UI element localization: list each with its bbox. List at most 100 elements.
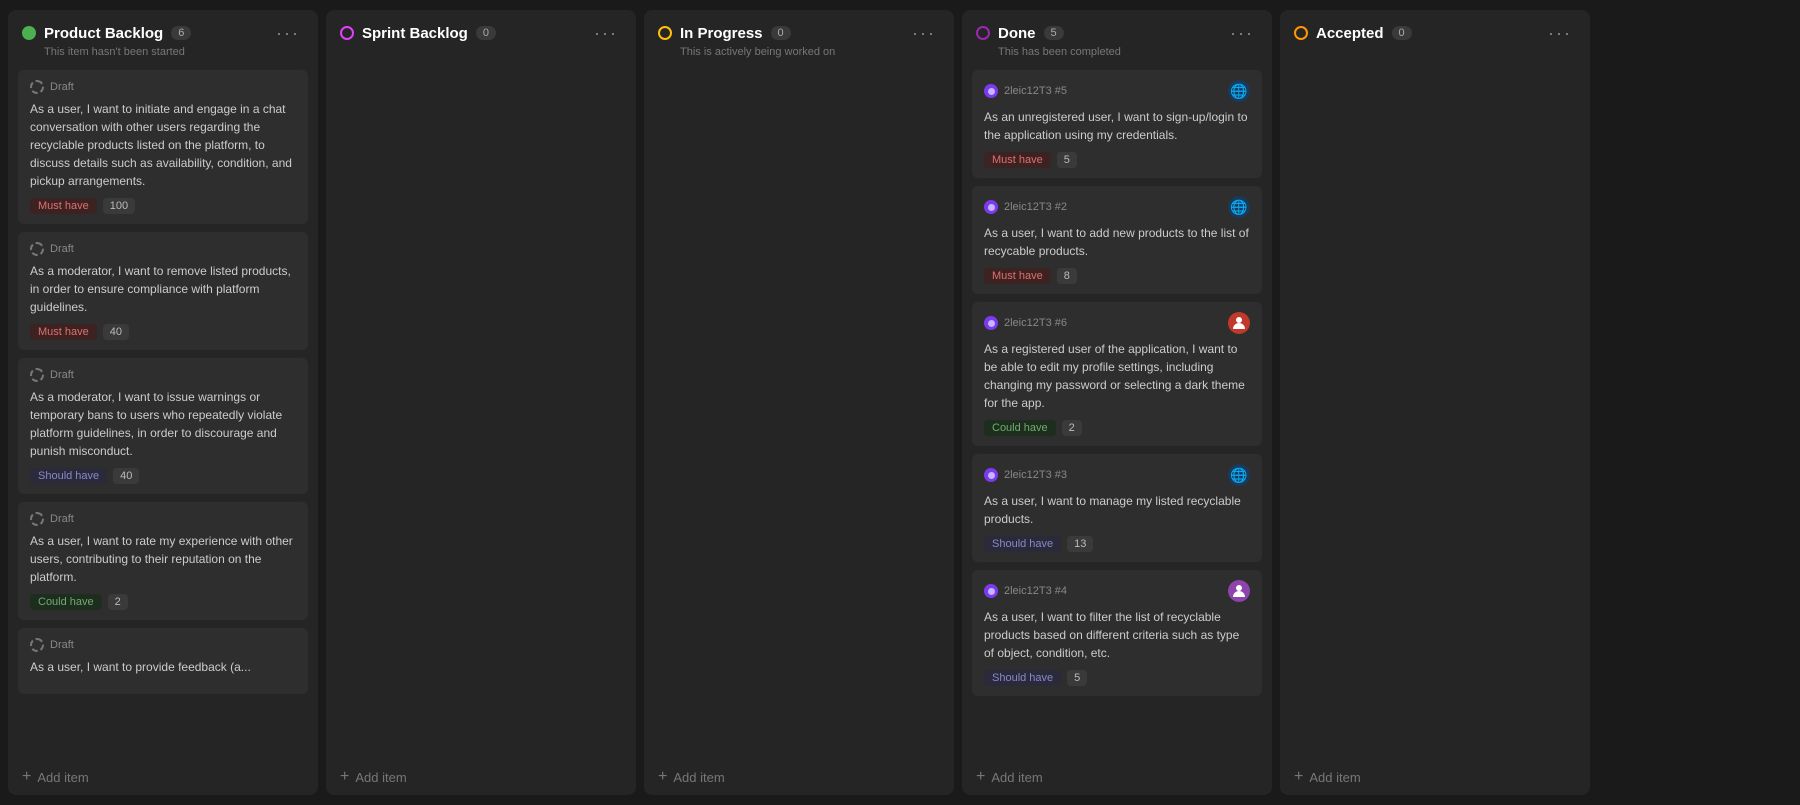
add-item-button[interactable]: + Add item xyxy=(644,759,954,795)
column-product-backlog: Product Backlog6···This item hasn't been… xyxy=(8,10,318,795)
card-avatar: 🌐 xyxy=(1228,464,1250,486)
card-status: Draft xyxy=(50,369,74,381)
cards-container: DraftAs a user, I want to initiate and e… xyxy=(8,66,318,759)
plus-icon: + xyxy=(340,769,349,785)
card-status: Draft xyxy=(50,243,74,255)
card[interactable]: DraftAs a moderator, I want to issue war… xyxy=(18,358,308,494)
priority-tag: Must have xyxy=(984,152,1051,168)
priority-tag: Must have xyxy=(30,198,97,214)
card-status: Draft xyxy=(50,513,74,525)
card-body: As a registered user of the application,… xyxy=(984,340,1250,412)
status-dot xyxy=(340,26,354,40)
column-more-button[interactable]: ··· xyxy=(1544,24,1576,42)
card-body: As a user, I want to provide feedback (a… xyxy=(30,658,296,676)
card[interactable]: 2leic12T3 #3🌐As a user, I want to manage… xyxy=(972,454,1262,562)
draft-icon xyxy=(30,80,44,94)
column-title-row: Sprint Backlog0··· xyxy=(340,24,622,42)
column-accepted: Accepted0··· + Add item xyxy=(1280,10,1590,795)
draft-icon xyxy=(30,368,44,382)
priority-tag: Should have xyxy=(984,536,1061,552)
add-item-button[interactable]: + Add item xyxy=(8,759,318,795)
card-status: Draft xyxy=(50,81,74,93)
points-badge: 5 xyxy=(1057,152,1077,168)
status-dot xyxy=(22,26,36,40)
card[interactable]: 2leic12T3 #5 🌐 As an unregistered user, I … xyxy=(972,70,1262,178)
card[interactable]: 2leic12T3 #4As a user, I want to filter … xyxy=(972,570,1262,696)
points-badge: 40 xyxy=(113,468,139,484)
status-dot xyxy=(1294,26,1308,40)
column-title-row: Done 5 ··· xyxy=(976,24,1258,42)
column-title-row: Accepted0··· xyxy=(1294,24,1576,42)
priority-tag: Could have xyxy=(984,420,1056,436)
column-more-button[interactable]: ··· xyxy=(590,24,622,42)
column-count: 0 xyxy=(771,26,791,40)
card-body: As a moderator, I want to remove listed … xyxy=(30,262,296,316)
points-badge: 5 xyxy=(1067,670,1087,686)
card[interactable]: DraftAs a user, I want to initiate and e… xyxy=(18,70,308,224)
column-title: Sprint Backlog xyxy=(362,25,468,42)
plus-icon: + xyxy=(1294,769,1303,785)
points-badge: 40 xyxy=(103,324,129,340)
plus-icon: + xyxy=(976,769,985,785)
card-id-icon xyxy=(984,468,998,482)
card-body: As a user, I want to filter the list of … xyxy=(984,608,1250,662)
column-header-done: Done 5 ··· This has been completed xyxy=(962,10,1272,66)
column-header-accepted: Accepted0··· xyxy=(1280,10,1590,54)
column-more-button[interactable]: ··· xyxy=(272,24,304,42)
column-done: Done 5 ··· This has been completed 2leic12T3… xyxy=(962,10,1272,795)
card-body: As a user, I want to rate my experience … xyxy=(30,532,296,586)
card-avatar xyxy=(1228,580,1250,602)
status-dot xyxy=(658,26,672,40)
column-header-in-progress: In Progress0···This is actively being wo… xyxy=(644,10,954,66)
add-item-label: Add item xyxy=(1309,770,1360,785)
card-id: 2leic12T3 #2 xyxy=(1004,201,1067,213)
column-subtitle: This item hasn't been started xyxy=(44,46,304,58)
add-item-button[interactable]: + Add item xyxy=(1280,759,1590,795)
kanban-board: Product Backlog6···This item hasn't been… xyxy=(0,0,1800,805)
plus-icon: + xyxy=(22,769,31,785)
card[interactable]: 2leic12T3 #2 🌐 As a user, I want to add ne… xyxy=(972,186,1262,294)
column-subtitle: This has been completed xyxy=(998,46,1258,58)
cards-container xyxy=(326,54,636,759)
column-more-button[interactable]: ··· xyxy=(908,24,940,42)
column-title: Done xyxy=(998,25,1036,42)
points-badge: 2 xyxy=(1062,420,1082,436)
column-title: In Progress xyxy=(680,25,763,42)
points-badge: 8 xyxy=(1057,268,1077,284)
cards-container: 2leic12T3 #5 🌐 As an unregistered user, I … xyxy=(962,66,1272,759)
cards-container xyxy=(1280,54,1590,759)
card[interactable]: Draft As a moderator, I want to remove li… xyxy=(18,232,308,350)
column-in-progress: In Progress0···This is actively being wo… xyxy=(644,10,954,795)
add-item-label: Add item xyxy=(355,770,406,785)
draft-icon xyxy=(30,242,44,256)
cards-container xyxy=(644,66,954,759)
column-count: 5 xyxy=(1044,26,1064,40)
plus-icon: + xyxy=(658,769,667,785)
points-badge: 2 xyxy=(108,594,128,610)
card-avatar: 🌐 xyxy=(1228,80,1250,102)
add-item-button[interactable]: + Add item xyxy=(962,759,1272,795)
points-badge: 13 xyxy=(1067,536,1093,552)
card-body: As an unregistered user, I want to sign-… xyxy=(984,108,1250,144)
card-body: As a user, I want to manage my listed re… xyxy=(984,492,1250,528)
card-id: 2leic12T3 #5 xyxy=(1004,85,1067,97)
card-avatar xyxy=(1228,312,1250,334)
card[interactable]: Draft As a user, I want to rate my experi… xyxy=(18,502,308,620)
add-item-label: Add item xyxy=(991,770,1042,785)
card[interactable]: DraftAs a user, I want to provide feedba… xyxy=(18,628,308,694)
card-avatar: 🌐 xyxy=(1228,196,1250,218)
column-more-button[interactable]: ··· xyxy=(1226,24,1258,42)
card-id-icon xyxy=(984,316,998,330)
priority-tag: Should have xyxy=(984,670,1061,686)
column-count: 6 xyxy=(171,26,191,40)
add-item-button[interactable]: + Add item xyxy=(326,759,636,795)
card-body: As a user, I want to add new products to… xyxy=(984,224,1250,260)
add-item-label: Add item xyxy=(673,770,724,785)
add-item-label: Add item xyxy=(37,770,88,785)
priority-tag: Must have xyxy=(30,324,97,340)
status-dot xyxy=(976,26,990,40)
card[interactable]: 2leic12T3 #6As a registered user of the … xyxy=(972,302,1262,446)
column-title-row: In Progress 0 ··· xyxy=(658,24,940,42)
card-id-icon xyxy=(984,84,998,98)
column-sprint-backlog: Sprint Backlog0··· + Add item xyxy=(326,10,636,795)
